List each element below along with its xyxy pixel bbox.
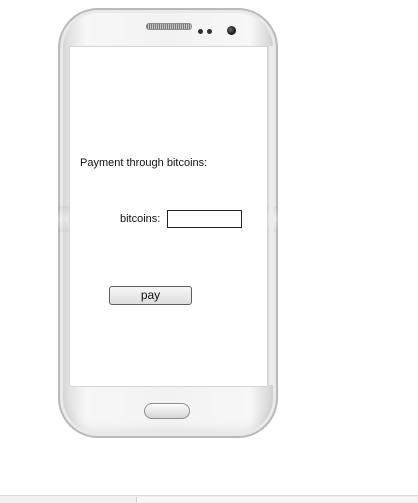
speaker-grille-icon (146, 23, 192, 30)
pay-button[interactable]: pay (109, 286, 192, 305)
proximity-sensor-icon (198, 29, 203, 34)
scrollbar-thumb[interactable] (136, 497, 417, 502)
light-sensor-icon (207, 29, 212, 34)
payment-title: Payment through bitcoins: (80, 157, 208, 169)
bitcoins-input[interactable] (167, 210, 242, 228)
bitcoins-label: bitcoins: (120, 213, 161, 225)
home-button[interactable] (144, 403, 190, 419)
front-camera-icon (227, 26, 236, 35)
screen-edge (269, 46, 273, 385)
